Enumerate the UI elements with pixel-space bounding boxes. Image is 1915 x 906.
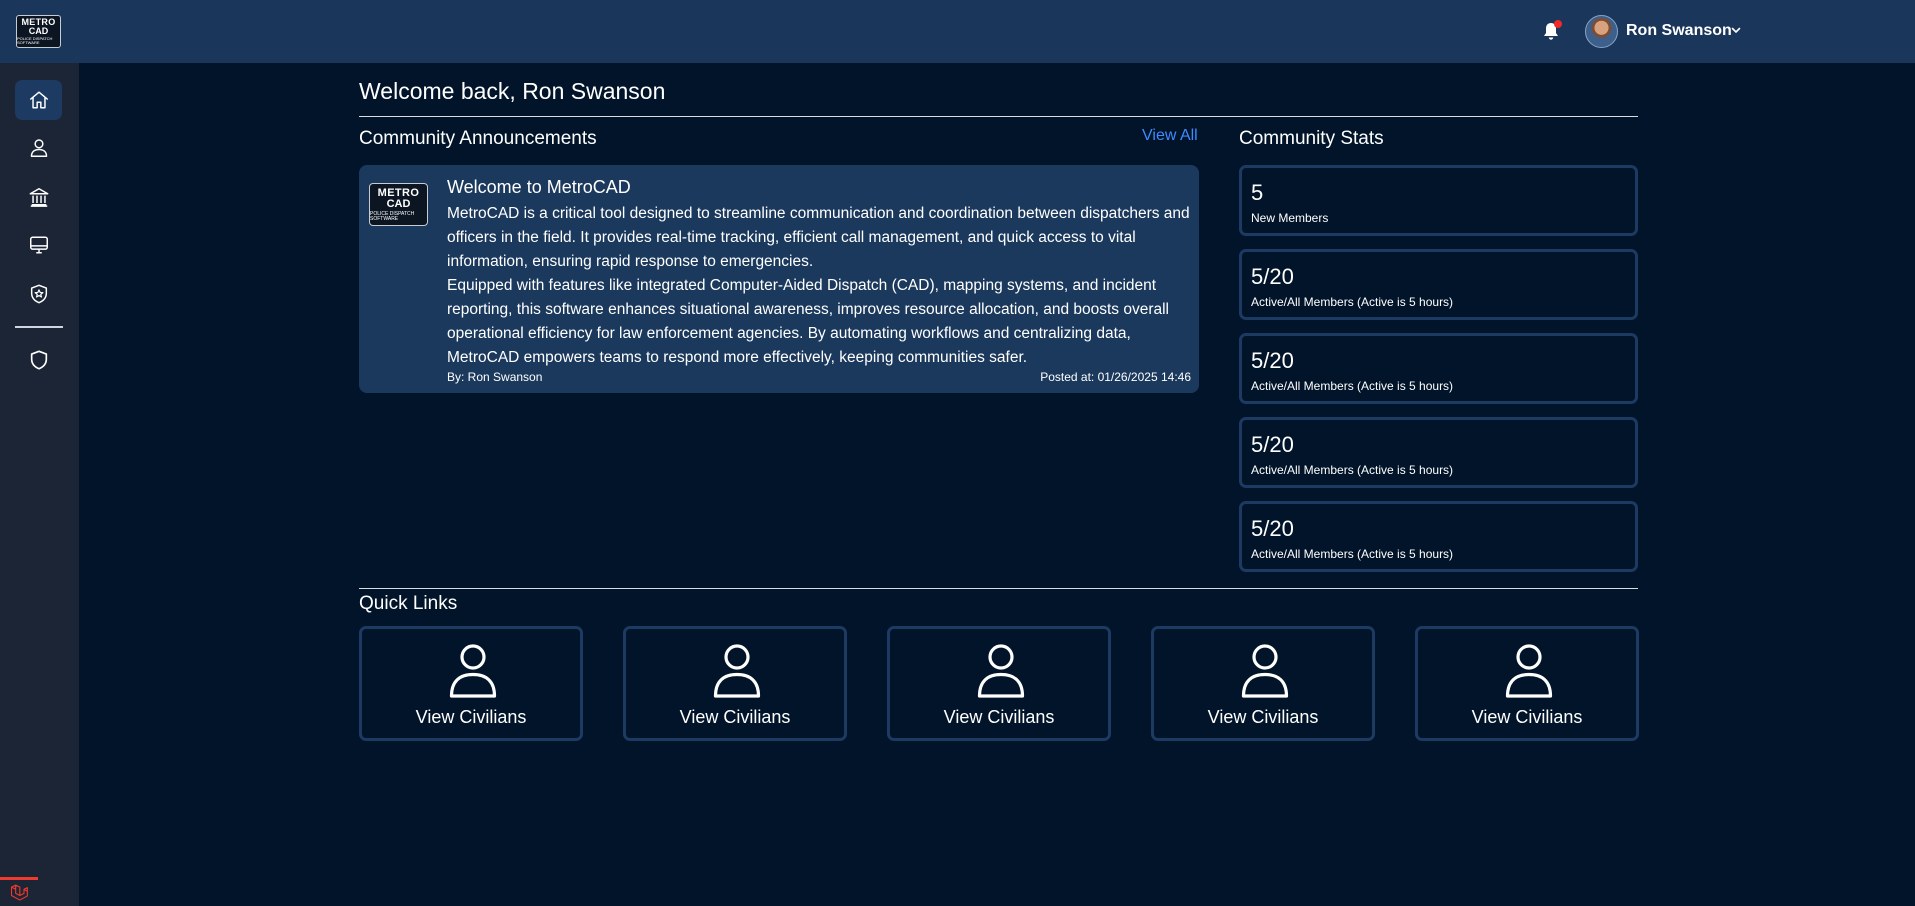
- stat-label: Active/All Members (Active is 5 hours): [1251, 547, 1454, 561]
- sidebar-divider: [15, 326, 63, 328]
- stat-label: Active/All Members (Active is 5 hours): [1251, 463, 1454, 477]
- announcement-timestamp: Posted at: 01/26/2025 14:46: [1040, 370, 1191, 384]
- police-badge-icon: [30, 284, 47, 304]
- notification-dot: [1554, 20, 1562, 28]
- logo-line-2: CAD: [28, 26, 49, 36]
- user-icon: [1505, 644, 1553, 698]
- user-icon: [449, 644, 497, 698]
- quick-link-view-civilians[interactable]: View Civilians: [1151, 626, 1375, 741]
- metrocad-logo[interactable]: METRO CAD POLICE DISPATCH SOFTWARE: [16, 15, 61, 48]
- laravel-icon: [0, 877, 38, 906]
- shield-icon: [30, 350, 47, 370]
- chevron-down-icon[interactable]: [1730, 24, 1742, 36]
- announcement-paragraph-2: Equipped with features like integrated C…: [447, 277, 1169, 366]
- stat-card: 5/20 Active/All Members (Active is 5 hou…: [1239, 417, 1638, 488]
- stat-value: 5/20: [1251, 264, 1294, 289]
- sidebar-item-bank[interactable]: [15, 177, 62, 217]
- stat-value: 5/20: [1251, 432, 1294, 457]
- view-all-link[interactable]: View All: [1142, 127, 1198, 145]
- stat-card: 5/20 Active/All Members (Active is 5 hou…: [1239, 333, 1638, 404]
- quick-link-label: View Civilians: [1471, 707, 1583, 727]
- stats-title: Community Stats: [1239, 128, 1384, 149]
- user-icon: [30, 139, 47, 157]
- announcement-author: By: Ron Swanson: [447, 370, 543, 384]
- stat-label: New Members: [1251, 211, 1329, 225]
- quick-link-view-civilians[interactable]: View Civilians: [359, 626, 583, 741]
- sidebar-item-profile[interactable]: [15, 128, 62, 168]
- title-divider: [359, 116, 1638, 117]
- announcement-logo-line-2: CAD: [386, 197, 411, 210]
- top-bar: METRO CAD POLICE DISPATCH SOFTWARE Ron S…: [0, 0, 1915, 63]
- announcement-card[interactable]: METRO CAD POLICE DISPATCH SOFTWARE Welco…: [359, 165, 1199, 393]
- quick-link-view-civilians[interactable]: View Civilians: [1415, 626, 1639, 741]
- page-title: Welcome back, Ron Swanson: [359, 78, 666, 104]
- stat-value: 5: [1251, 180, 1264, 205]
- quick-link-label: View Civilians: [415, 707, 527, 727]
- avatar[interactable]: [1585, 15, 1618, 48]
- user-icon: [977, 644, 1025, 698]
- monitor-icon: [29, 236, 48, 254]
- quick-links-title: Quick Links: [359, 593, 458, 614]
- stat-card: 5 New Members: [1239, 165, 1638, 236]
- home-icon: [29, 91, 48, 109]
- quick-link-view-civilians[interactable]: View Civilians: [623, 626, 847, 741]
- sidebar: [0, 63, 79, 906]
- quick-link-view-civilians[interactable]: View Civilians: [887, 626, 1111, 741]
- quick-links-divider: [359, 588, 1638, 589]
- sidebar-item-terminal[interactable]: [15, 225, 62, 265]
- announcements-title: Community Announcements: [359, 128, 597, 149]
- quick-link-label: View Civilians: [943, 707, 1055, 727]
- user-icon: [1241, 644, 1289, 698]
- user-icon: [713, 644, 761, 698]
- announcement-body: MetroCAD is a critical tool designed to …: [447, 202, 1192, 370]
- bank-icon: [29, 188, 48, 207]
- sidebar-item-admin[interactable]: [15, 340, 62, 380]
- quick-link-label: View Civilians: [1207, 707, 1319, 727]
- user-name[interactable]: Ron Swanson: [1626, 22, 1732, 40]
- announcement-paragraph-1: MetroCAD is a critical tool designed to …: [447, 205, 1190, 270]
- sidebar-item-police[interactable]: [15, 274, 62, 314]
- stat-label: Active/All Members (Active is 5 hours): [1251, 295, 1454, 309]
- logo-line-3: POLICE DISPATCH SOFTWARE: [17, 36, 53, 45]
- quick-link-label: View Civilians: [679, 707, 791, 727]
- stat-card: 5/20 Active/All Members (Active is 5 hou…: [1239, 249, 1638, 320]
- stat-card: 5/20 Active/All Members (Active is 5 hou…: [1239, 501, 1638, 572]
- stat-value: 5/20: [1251, 516, 1294, 541]
- announcement-title: Welcome to MetroCAD: [447, 177, 631, 197]
- announcement-logo-line-3: POLICE DISPATCH SOFTWARE: [370, 210, 415, 222]
- stat-value: 5/20: [1251, 348, 1294, 373]
- announcement-logo-line-1: METRO: [377, 186, 420, 199]
- announcement-logo: METRO CAD POLICE DISPATCH SOFTWARE: [369, 183, 428, 226]
- sidebar-item-home[interactable]: [15, 80, 62, 120]
- stat-label: Active/All Members (Active is 5 hours): [1251, 379, 1454, 393]
